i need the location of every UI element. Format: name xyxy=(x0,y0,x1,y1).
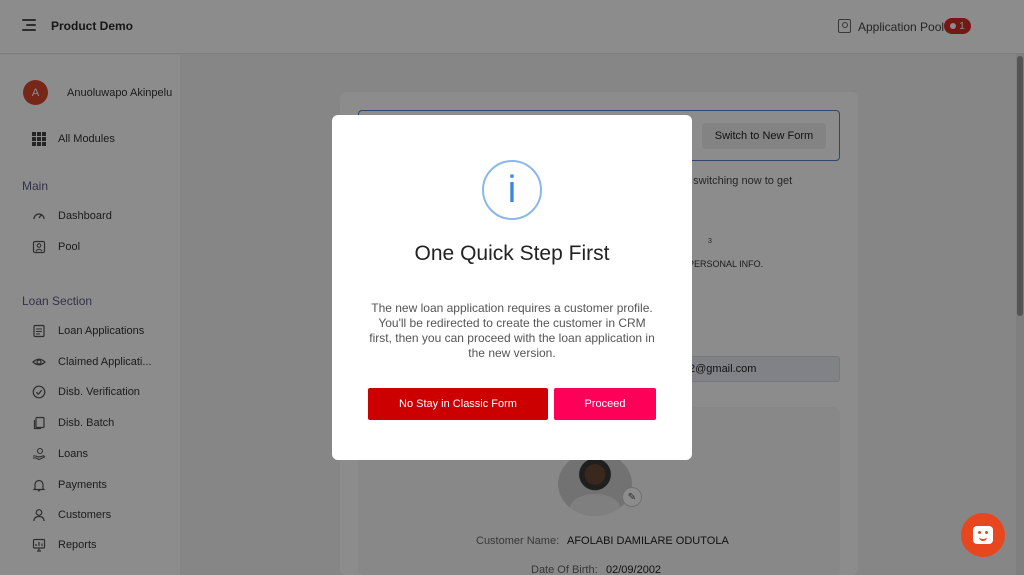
info-icon: i xyxy=(482,160,542,220)
chat-icon xyxy=(973,526,993,544)
modal-title: One Quick Step First xyxy=(414,242,610,265)
confirm-modal: i One Quick Step First The new loan appl… xyxy=(332,115,692,460)
proceed-button[interactable]: Proceed xyxy=(554,388,656,420)
chat-widget-button[interactable] xyxy=(961,513,1005,557)
modal-message: The new loan application requires a cust… xyxy=(369,301,655,360)
stay-classic-form-button[interactable]: No Stay in Classic Form xyxy=(368,388,548,420)
